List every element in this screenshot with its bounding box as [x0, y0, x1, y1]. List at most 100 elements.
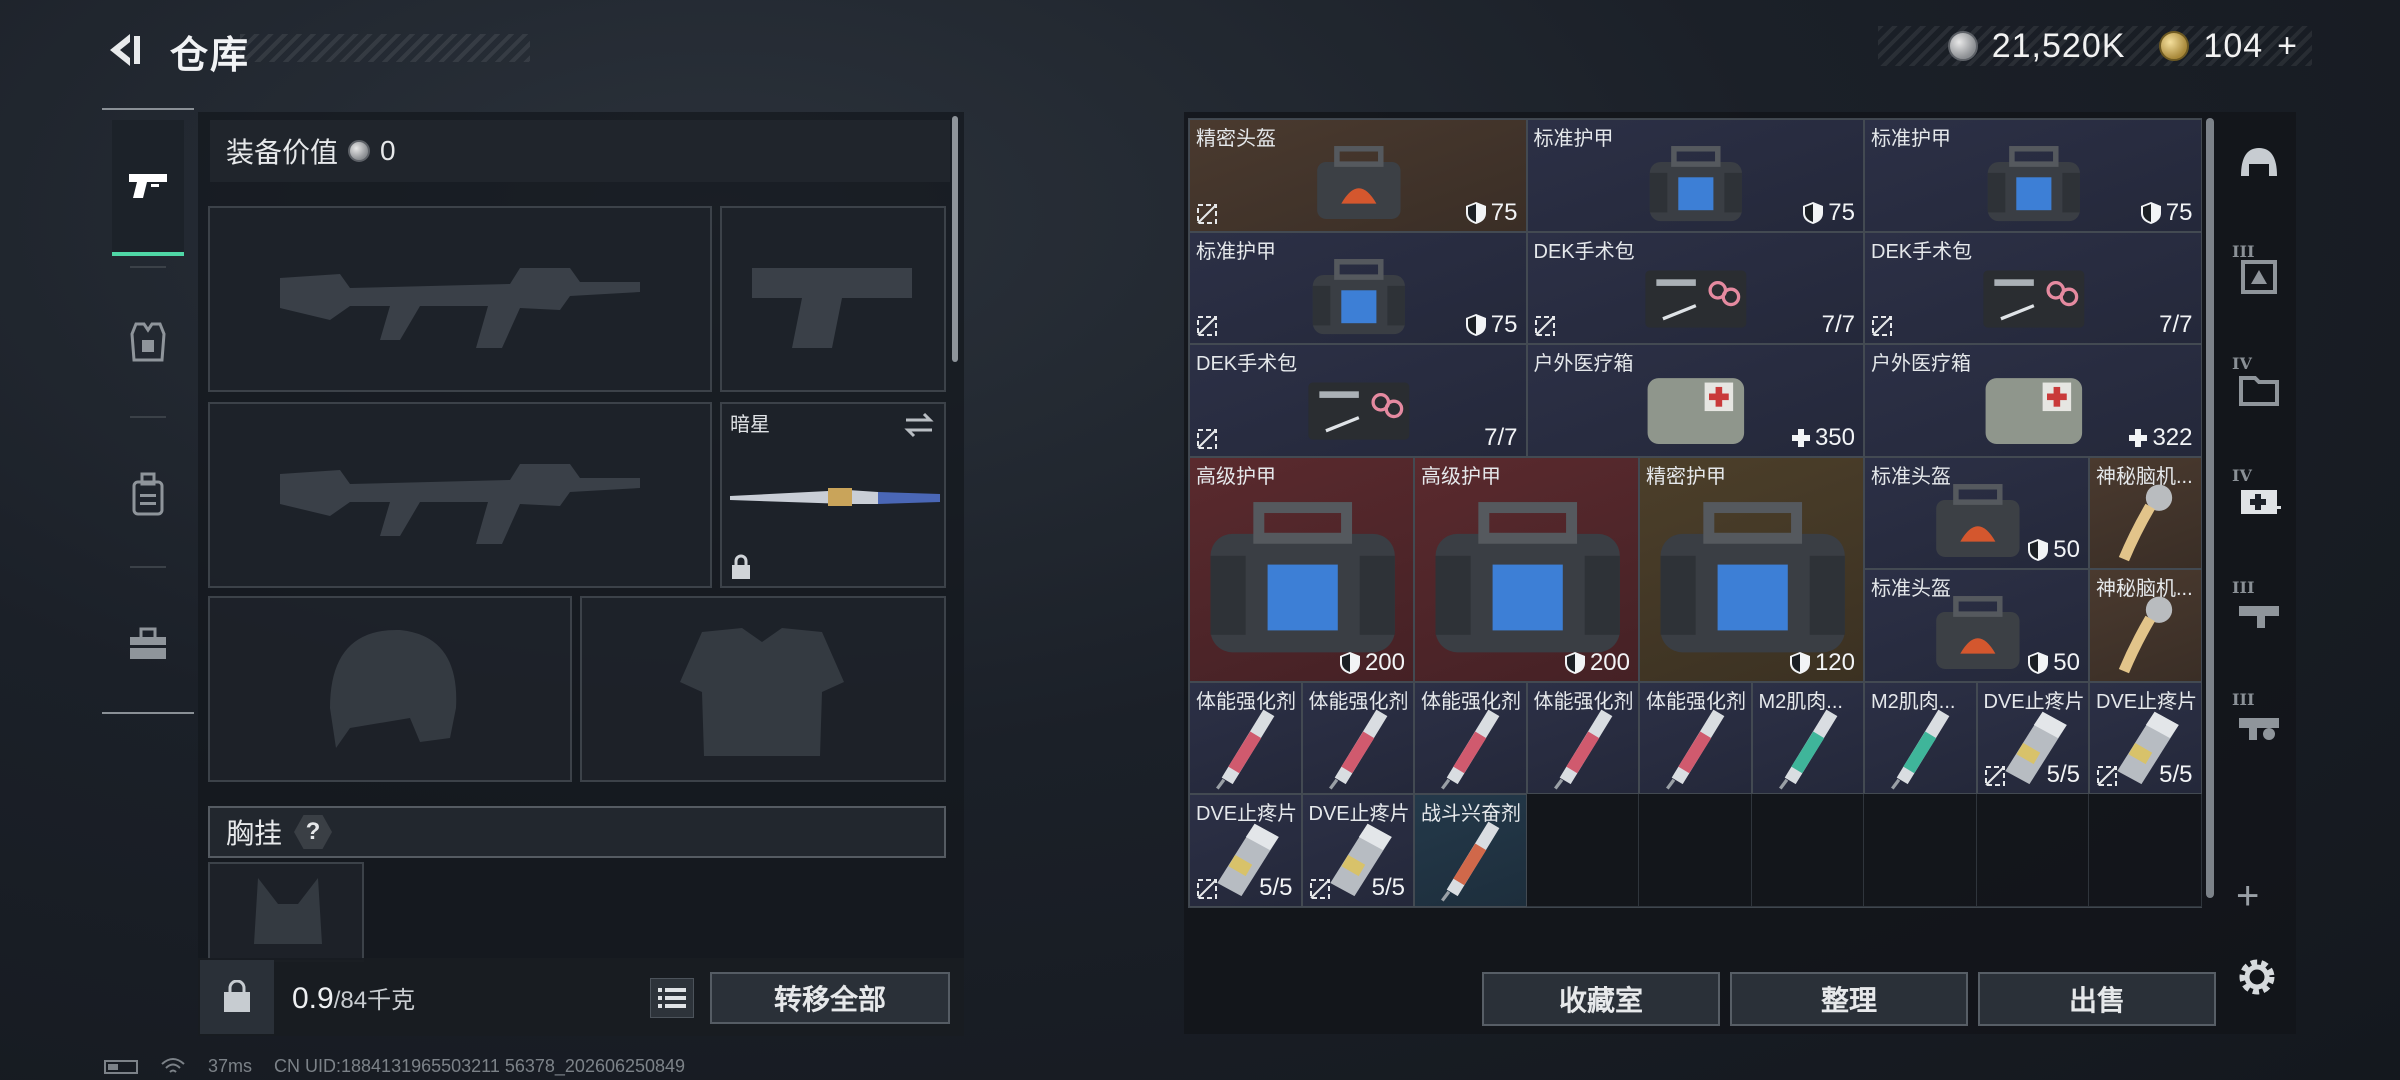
storage-item[interactable]: 标准护甲 75 — [1189, 231, 1527, 344]
storage-item[interactable]: 标准护甲 75 — [1526, 119, 1864, 232]
injector-icon — [1778, 709, 1838, 790]
shield-icon — [1339, 651, 1360, 674]
knife-icon — [730, 488, 940, 506]
storage-item[interactable]: DVE止疼片 5/5 — [1976, 681, 2089, 794]
weight-lock-button[interactable] — [200, 960, 274, 1034]
storage-item-name: DEK手术包 — [1871, 240, 1973, 263]
storage-item-name: 体能强化剂 — [1421, 690, 1521, 713]
storage-item-name: 高级护甲 — [1196, 465, 1276, 488]
storage-item[interactable]: 标准护甲 75 — [1864, 119, 2202, 232]
storage-item[interactable]: 神秘脑机... — [2089, 456, 2202, 569]
organize-button[interactable]: 整理 — [1730, 972, 1968, 1026]
surgery-kit-icon — [1983, 270, 2085, 328]
storage-item-value-text: 75 — [1828, 198, 1855, 226]
storage-item-value: 350 — [1791, 424, 1855, 452]
storage-item-value-text: 120 — [1814, 648, 1855, 676]
storage-item[interactable]: DVE止疼片 5/5 — [1301, 794, 1414, 907]
storage-item[interactable]: 体能强化剂 — [1526, 681, 1639, 794]
filter-medkit-filter[interactable]: IV — [2224, 448, 2294, 552]
storage-item[interactable]: 户外医疗箱 322 — [1864, 344, 2202, 457]
helmet-bag-icon — [1317, 146, 1401, 220]
armor-slot[interactable] — [580, 596, 946, 782]
armor-bag-icon — [1660, 502, 1845, 653]
pistol-slot[interactable] — [720, 206, 946, 392]
equipment-value-header: 装备价值 0 — [210, 120, 950, 182]
filter-tier-label: IV — [2232, 354, 2252, 373]
swap-icon[interactable] — [902, 412, 936, 438]
filter-gun-filter[interactable]: III — [2224, 560, 2294, 664]
storage-item[interactable]: DEK手术包 7/7 — [1526, 231, 1864, 344]
no-trade-icon — [1197, 878, 1217, 899]
storage-item[interactable]: 标准头盔 50 — [1864, 569, 2089, 682]
storage-item[interactable]: 精密头盔 75 — [1189, 119, 1527, 232]
storage-item[interactable]: 高级护甲 200 — [1189, 456, 1414, 682]
storage-item[interactable]: 体能强化剂 — [1301, 681, 1414, 794]
storage-item[interactable]: M2肌肉... — [1864, 681, 1977, 794]
storage-item-value: 50 — [2027, 536, 2080, 564]
storage-item[interactable]: M2肌肉... — [1751, 681, 1864, 794]
chest-rig-slot[interactable] — [208, 862, 364, 962]
filter-gun-alt-filter[interactable]: III — [2224, 672, 2294, 776]
add-gold-button[interactable]: + — [2277, 27, 2298, 66]
transfer-all-button[interactable]: 转移全部 — [710, 972, 950, 1024]
storage-item[interactable]: DEK手术包 7/7 — [1189, 344, 1527, 457]
add-filter-button[interactable]: + — [2236, 874, 2259, 919]
sell-button[interactable]: 出售 — [1978, 972, 2216, 1026]
storage-item-value: 5/5 — [1259, 874, 1292, 902]
help-button[interactable]: ? — [294, 815, 333, 849]
tab-toolkit[interactable] — [112, 576, 184, 712]
storage-item[interactable]: 战斗兴奋剂 — [1414, 794, 1527, 907]
no-trade-icon — [1197, 316, 1217, 336]
wifi-icon — [161, 1057, 185, 1073]
filter-folder-filter[interactable]: IV — [2224, 336, 2294, 440]
brain-chip-icon — [2119, 484, 2173, 562]
storage-item-value-text: 7/7 — [2159, 311, 2193, 338]
shield-icon — [1465, 201, 1486, 224]
storage-item-name: 户外医疗箱 — [1533, 353, 1634, 375]
settings-gear-icon[interactable] — [2232, 952, 2282, 1002]
equipment-scrollbar[interactable] — [952, 116, 958, 362]
back-button[interactable] — [100, 28, 148, 72]
tab-separator — [130, 566, 166, 568]
collection-room-button[interactable]: 收藏室 — [1482, 972, 1720, 1026]
storage-item-name: 体能强化剂 — [1196, 690, 1296, 713]
no-trade-icon — [1984, 766, 2005, 786]
storage-item[interactable]: 高级护甲 200 — [1414, 456, 1639, 682]
storage-item-name: DEK手术包 — [1196, 353, 1298, 375]
pistol-silhouette-icon — [752, 268, 912, 348]
storage-scrollbar[interactable] — [2206, 118, 2214, 898]
storage-item-value: 120 — [1789, 649, 1855, 677]
storage-item-value: 200 — [1564, 649, 1630, 677]
storage-item[interactable]: DVE止疼片 5/5 — [1189, 794, 1302, 907]
storage-item[interactable]: 体能强化剂 — [1414, 681, 1527, 794]
filter-helmet-filter[interactable] — [2224, 112, 2294, 216]
no-trade-icon — [2097, 766, 2117, 786]
storage-grid: 精密头盔 75 标准护甲 75 标准护甲 75 标准护甲 75 DEK手术包 7/7 DEK手术包 7… — [1188, 118, 2202, 908]
storage-item[interactable]: DEK手术包 7/7 — [1864, 231, 2202, 344]
tab-gear[interactable] — [112, 274, 184, 410]
filter-tier-label: III — [2232, 578, 2255, 597]
list-view-button[interactable] — [650, 978, 694, 1018]
helmet-slot[interactable] — [208, 596, 572, 782]
melee-slot[interactable]: 暗星 — [720, 402, 946, 588]
injector-icon — [1216, 709, 1275, 790]
storage-item[interactable]: 户外医疗箱 350 — [1526, 344, 1864, 457]
storage-item[interactable]: DVE止疼片 5/5 — [2089, 681, 2202, 794]
primary-weapon-slot[interactable] — [208, 206, 712, 392]
armor-bag-icon — [1650, 146, 1743, 222]
storage-item[interactable]: 体能强化剂 — [1639, 681, 1752, 794]
no-trade-icon — [1197, 428, 1217, 449]
storage-item-name: 神秘脑机... — [2096, 578, 2193, 600]
secondary-weapon-slot[interactable] — [208, 402, 712, 588]
filter-tier-label: IV — [2232, 466, 2252, 485]
storage-item-value: 75 — [1465, 199, 1518, 227]
tab-weapons[interactable] — [112, 120, 184, 256]
tab-backpack[interactable] — [112, 426, 184, 562]
storage-item[interactable]: 神秘脑机... — [2089, 569, 2202, 682]
filter-tier-label: III — [2232, 242, 2255, 261]
storage-item[interactable]: 标准头盔 50 — [1864, 456, 2089, 569]
storage-item-name: 体能强化剂 — [1533, 690, 1634, 713]
storage-item[interactable]: 体能强化剂 — [1189, 681, 1302, 794]
filter-armor-filter[interactable]: III — [2224, 224, 2294, 328]
storage-item[interactable]: 精密护甲 120 — [1639, 456, 1864, 682]
